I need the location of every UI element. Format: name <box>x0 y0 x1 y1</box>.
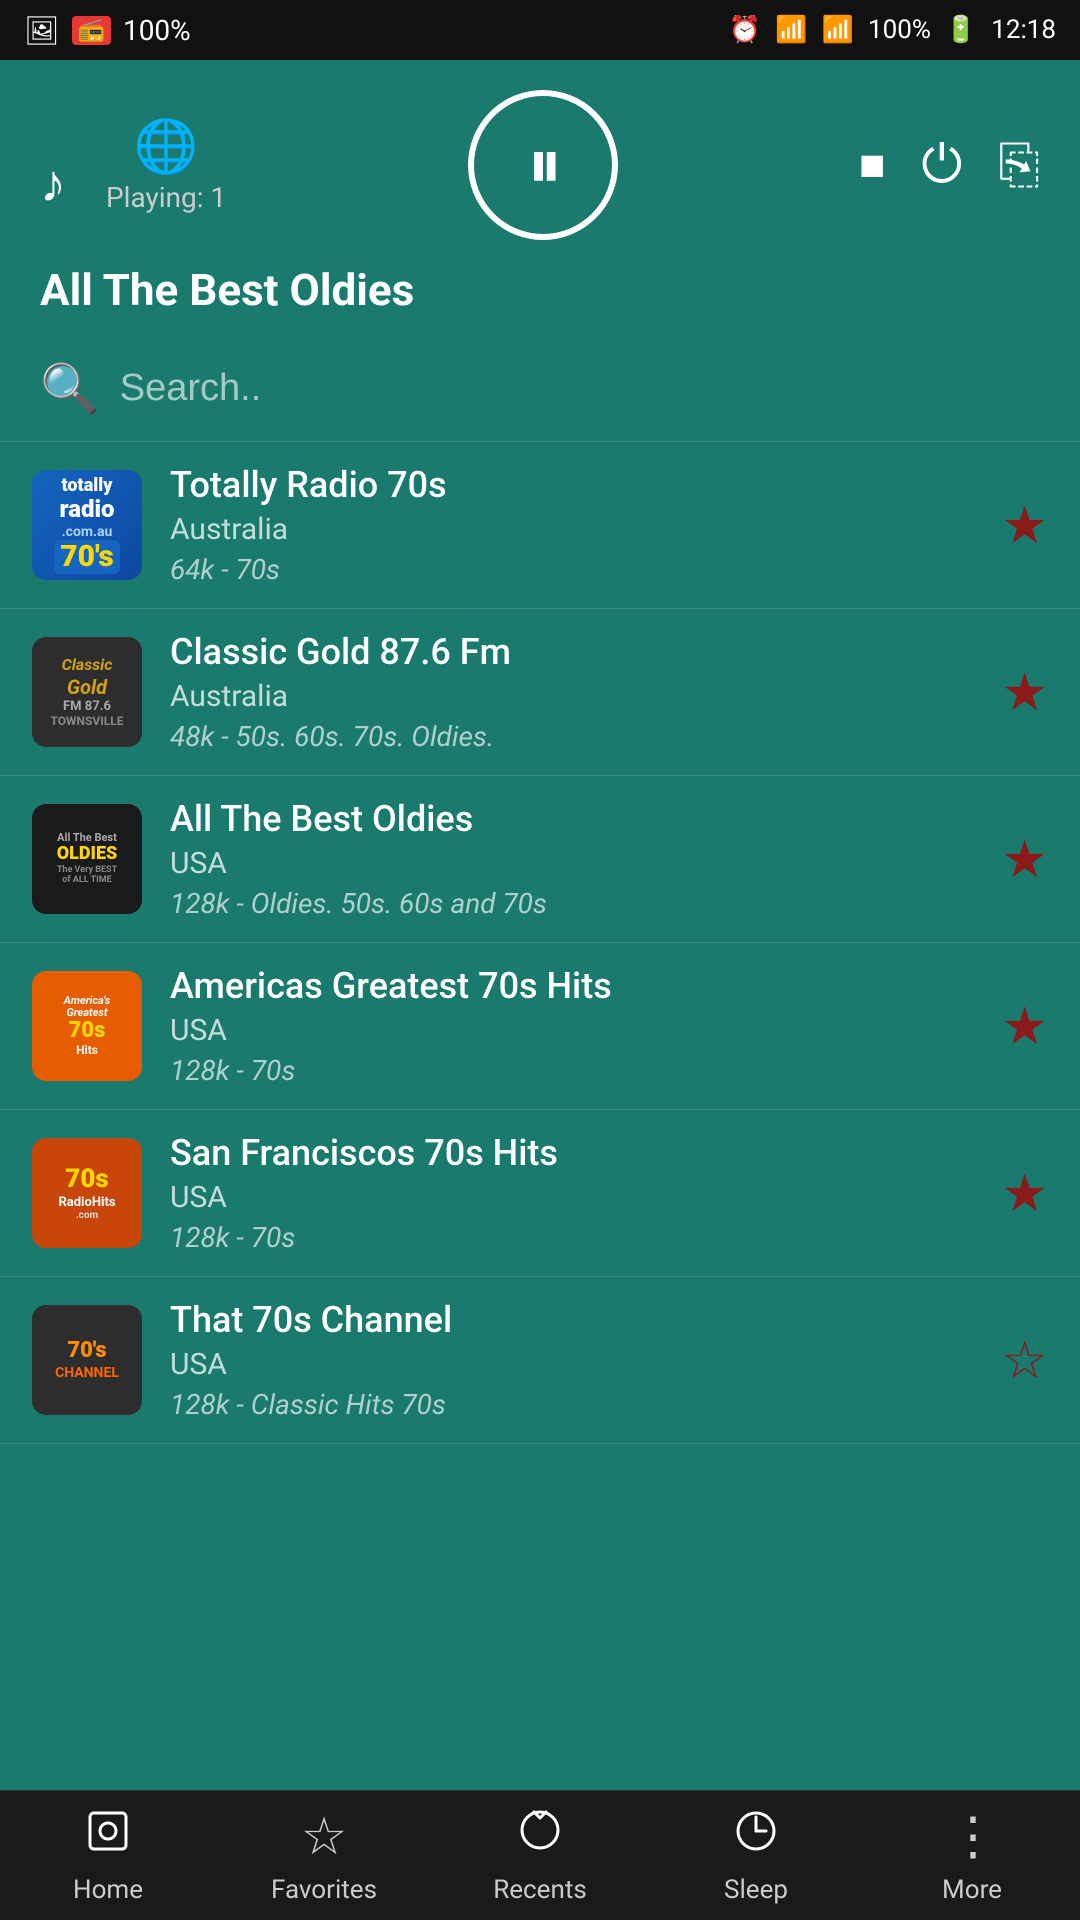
favorite-star[interactable]: ★ <box>1001 662 1048 723</box>
power-icon[interactable]: ⏻ <box>921 134 962 196</box>
list-item[interactable]: America's Greatest 70s Hits Americas Gre… <box>0 943 1080 1110</box>
recents-icon <box>516 1806 564 1867</box>
station-logo: totally radio .com.au 70's <box>32 470 142 580</box>
station-info: San Franciscos 70s Hits USA 128k - 70s <box>170 1132 973 1254</box>
nav-item-more[interactable]: ⋮ More <box>864 1806 1080 1905</box>
station-name: Americas Greatest 70s Hits <box>170 965 973 1007</box>
station-name: That 70s Channel <box>170 1299 973 1341</box>
home-icon <box>84 1807 132 1867</box>
station-logo: 70s RadioHits .com <box>32 1138 142 1248</box>
music-icon[interactable]: ♪ <box>40 153 66 214</box>
list-item[interactable]: Classic Gold FM 87.6 TOWNSVILLE Classic … <box>0 609 1080 776</box>
list-item[interactable]: 70s RadioHits .com San Franciscos 70s Hi… <box>0 1110 1080 1277</box>
station-name: San Franciscos 70s Hits <box>170 1132 973 1174</box>
globe-wrap: 🌐 Playing: 1 <box>106 116 226 214</box>
more-label: More <box>942 1875 1002 1905</box>
pause-icon: ⏸ <box>527 124 558 206</box>
recents-label: Recents <box>493 1875 587 1905</box>
list-item[interactable]: totally radio .com.au 70's Totally Radio… <box>0 442 1080 609</box>
nav-item-home[interactable]: Home <box>0 1807 216 1905</box>
search-icon: 🔍 <box>40 360 100 417</box>
search-bar: 🔍 <box>0 336 1080 442</box>
photo-icon: 🖼 <box>24 14 60 47</box>
home-label: Home <box>73 1875 143 1905</box>
globe-icon[interactable]: 🌐 <box>134 116 199 177</box>
pause-button[interactable]: ⏸ <box>468 90 618 240</box>
status-right-icons: ⏰ 📶 📶 100% 🔋 12:18 <box>729 15 1056 45</box>
station-country: USA <box>170 1013 973 1048</box>
status-bar: 🖼 📻 100% ⏰ 📶 📶 100% 🔋 12:18 <box>0 0 1080 60</box>
station-country: Australia <box>170 679 973 714</box>
signal-icon: 📶 <box>822 15 854 45</box>
station-name: Totally Radio 70s <box>170 464 973 506</box>
favorites-label: Favorites <box>271 1875 377 1905</box>
time-display: 12:18 <box>991 15 1056 45</box>
favorite-star[interactable]: ★ <box>1001 996 1048 1057</box>
bottom-nav: Home ☆ Favorites Recents Sleep ⋮ More <box>0 1790 1080 1920</box>
station-meta: 48k - 50s. 60s. 70s. Oldies. <box>170 720 973 753</box>
station-info: All The Best Oldies USA 128k - Oldies. 5… <box>170 798 973 920</box>
station-meta: 128k - 70s <box>170 1054 973 1087</box>
station-meta: 64k - 70s <box>170 553 973 586</box>
favorite-star[interactable]: ★ <box>1001 1163 1048 1224</box>
station-meta: 128k - 70s <box>170 1221 973 1254</box>
station-country: USA <box>170 1180 973 1215</box>
favorites-icon: ☆ <box>301 1806 348 1867</box>
player-controls-row: ♪ 🌐 Playing: 1 ⏸ ⏹ ⏻ ⎘ <box>40 90 1040 240</box>
list-item[interactable]: All The Best OLDIES The Very BESTof ALL … <box>0 776 1080 943</box>
station-name: Classic Gold 87.6 Fm <box>170 631 973 673</box>
radio-icon: 📻 <box>72 16 111 45</box>
share-icon[interactable]: ⎘ <box>998 134 1040 196</box>
list-item[interactable]: 70's CHANNEL That 70s Channel USA 128k -… <box>0 1277 1080 1444</box>
battery-percent: 100% <box>868 15 931 45</box>
sleep-label: Sleep <box>724 1875 788 1905</box>
now-playing-title: All The Best Oldies <box>40 264 414 316</box>
station-info: Americas Greatest 70s Hits USA 128k - 70… <box>170 965 973 1087</box>
station-logo: Classic Gold FM 87.6 TOWNSVILLE <box>32 637 142 747</box>
favorite-star[interactable]: ☆ <box>1001 1330 1048 1391</box>
station-logo: 70's CHANNEL <box>32 1305 142 1415</box>
station-info: Classic Gold 87.6 Fm Australia 48k - 50s… <box>170 631 973 753</box>
stop-icon[interactable]: ⏹ <box>859 134 885 196</box>
station-logo: America's Greatest 70s Hits <box>32 971 142 1081</box>
station-country: Australia <box>170 512 973 547</box>
playing-label: Playing: 1 <box>106 181 226 214</box>
wifi-icon: 📶 <box>775 15 807 45</box>
station-meta: 128k - Classic Hits 70s <box>170 1388 973 1421</box>
favorite-star[interactable]: ★ <box>1001 829 1048 890</box>
nav-item-sleep[interactable]: Sleep <box>648 1807 864 1905</box>
status-number: 100% <box>123 14 191 47</box>
status-left-icons: 🖼 📻 100% <box>24 14 191 47</box>
station-info: Totally Radio 70s Australia 64k - 70s <box>170 464 973 586</box>
more-icon: ⋮ <box>947 1806 997 1867</box>
favorite-star[interactable]: ★ <box>1001 495 1048 556</box>
sleep-icon <box>732 1807 780 1867</box>
station-info: That 70s Channel USA 128k - Classic Hits… <box>170 1299 973 1421</box>
left-controls: ♪ 🌐 Playing: 1 <box>40 116 226 214</box>
player-header: ♪ 🌐 Playing: 1 ⏸ ⏹ ⏻ ⎘ All The Best Oldi… <box>0 60 1080 336</box>
nav-item-favorites[interactable]: ☆ Favorites <box>216 1806 432 1905</box>
station-logo: All The Best OLDIES The Very BESTof ALL … <box>32 804 142 914</box>
station-list: totally radio .com.au 70's Totally Radio… <box>0 442 1080 1444</box>
station-name: All The Best Oldies <box>170 798 973 840</box>
battery-icon: 🔋 <box>945 15 977 45</box>
station-country: USA <box>170 1347 973 1382</box>
station-country: USA <box>170 846 973 881</box>
nav-item-recents[interactable]: Recents <box>432 1806 648 1905</box>
right-controls: ⏹ ⏻ ⎘ <box>859 134 1040 196</box>
search-input[interactable] <box>120 367 1040 410</box>
station-meta: 128k - Oldies. 50s. 60s and 70s <box>170 887 973 920</box>
alarm-icon: ⏰ <box>729 15 761 45</box>
